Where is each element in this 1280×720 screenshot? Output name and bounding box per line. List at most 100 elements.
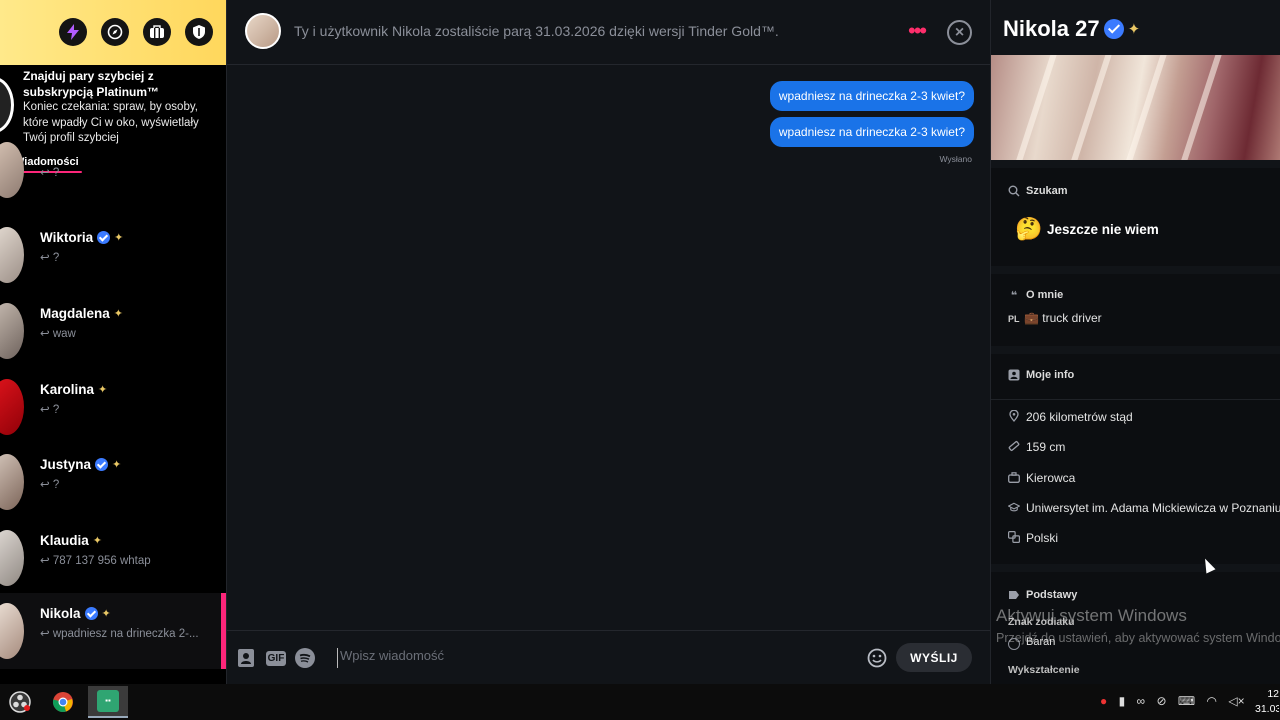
conversation-item[interactable]: Justyna ✦ ↩ ? [0,444,222,520]
briefcase-icon [1008,471,1020,483]
match-avatar[interactable] [245,13,281,49]
message-composer: GIF Wpisz wiadomość WYŚLIJ [227,630,991,684]
match-info-text: Ty i użytkownik Nikola zostaliście parą … [294,23,779,39]
avatar [0,454,24,510]
conversation-item-active[interactable]: Nikola ✦ ↩ wpadniesz na drineczka 2-... [0,593,222,669]
windows-activation-body: Przejdź do ustawień, aby aktywować syste… [996,631,1280,645]
sent-status: Wysłano [939,154,972,164]
emoji-button[interactable] [867,648,887,668]
conversation-preview: ↩ ? [40,404,60,416]
section-looking-for: Szukam 🤔 Jeszcze nie wiem [991,168,1280,266]
explore-button[interactable] [101,18,129,46]
gold-icon: ✦ [92,535,102,547]
gold-icon: ✦ [112,459,122,471]
taskbar-app-chrome[interactable] [43,686,83,718]
search-icon [1008,185,1020,197]
gold-icon: ✦ [113,308,123,320]
clock-time: 12 [1267,688,1279,700]
section-title: O mnie [1026,289,1064,301]
taskbar-app-active[interactable]: ▪▪ [88,686,128,718]
briefcase-button[interactable] [143,18,171,46]
clock-date: 31.03 [1255,703,1279,715]
avatar [0,603,24,659]
thinking-face-icon: 🤔 [1015,216,1043,241]
conversation-list: ↩ ? Wiktoria ✦ ↩ ? Magdalena ✦ ↩ waw Kar… [0,142,222,684]
conversation-name: Klaudia [40,533,89,548]
profile-name-age: Nikola 27 [1003,16,1100,41]
avatar [0,142,24,198]
conversation-item[interactable]: Magdalena ✦ ↩ waw [0,293,222,369]
conversation-name-row: Klaudia ✦ [40,533,102,548]
tinder-app: Znajduj pary szybciej z subskrypcją Plat… [0,0,1280,684]
volume-muted-icon[interactable]: ◁× [1228,694,1244,708]
taskbar-app-obs[interactable] [0,686,40,718]
conversation-name: Justyna [40,457,92,472]
section-title: Moje info [1026,369,1075,381]
conversation-name: Karolina [40,382,95,397]
link-icon[interactable]: ∞ [1137,694,1146,708]
safety-button[interactable] [185,18,213,46]
lightning-icon [67,24,79,40]
network-off-icon[interactable]: ⊘ [1156,694,1166,708]
info-language: Polski [1026,531,1059,545]
conversation-preview: ↩ 787 137 956 whtap [40,555,151,567]
conversation-preview: ↩ ? [40,167,60,179]
compass-icon [107,24,123,40]
ruler-icon [1008,440,1020,452]
chat-header: Ty i użytkownik Nikola zostaliście parą … [227,0,991,65]
tray-app-icon[interactable]: ● [1100,694,1107,708]
message-bubble[interactable]: wpadniesz na drineczka 2-3 kwiet? [769,117,974,147]
info-distance: 206 kilometrów stąd [1026,410,1133,424]
verified-icon [84,607,98,620]
conversation-item[interactable]: Wiktoria ✦ ↩ ? [0,217,222,293]
gold-icon: ✦ [1127,21,1141,38]
conversation-name-row: Wiktoria ✦ [40,230,123,245]
close-icon: × [954,23,965,41]
tray-icons[interactable]: ● ▮ ∞ ⊘ ⌨ ◠ ◁× [1100,694,1245,708]
section-title: Szukam [1026,185,1068,197]
microphone-icon[interactable]: ▮ [1119,694,1126,708]
send-button[interactable]: WYŚLIJ [896,643,972,672]
id-card-icon [1008,369,1020,381]
windows-activation-title: Aktywuj system Windows [996,606,1187,625]
quote-icon: ❝ [1010,289,1018,302]
photo-texture [1119,55,1169,160]
gif-icon: GIF [265,650,287,666]
message-input[interactable]: Wpisz wiadomość [337,648,857,668]
info-school: Uniwersytet im. Adama Mickiewicza w Pozn… [1026,501,1280,515]
verified-icon [1103,19,1124,39]
message-bubble[interactable]: wpadniesz na drineczka 2-3 kwiet? [769,81,974,111]
spotify-button[interactable] [295,648,315,668]
close-chat-button[interactable]: × [947,20,972,45]
avatar [0,530,24,586]
conversation-preview: ↩ ? [40,479,60,491]
section-title: Podstawy [1026,589,1078,601]
wifi-icon[interactable]: ◠ [1207,694,1217,708]
language-icon [1008,531,1020,543]
conversation-item[interactable]: Karolina ✦ ↩ ? [0,369,222,445]
conversation-preview: ↩ waw [40,328,76,340]
info-height: 159 cm [1026,440,1066,454]
conversation-item[interactable]: ↩ ? [0,132,222,208]
chrome-icon [52,692,73,712]
contact-card-button[interactable] [236,648,256,668]
keyboard-icon[interactable]: ⌨ [1178,694,1195,708]
profile-photo[interactable] [991,55,1280,160]
gold-icon: ✦ [114,232,124,244]
system-clock[interactable]: 12 31.03 [1255,687,1279,717]
boost-button[interactable] [59,18,87,46]
divider [991,399,1280,400]
profile-name-row: Nikola 27 ✦ [1003,16,1140,42]
photo-texture [1064,55,1114,160]
conversation-item[interactable]: Klaudia ✦ ↩ 787 137 956 whtap [0,520,222,596]
gif-button[interactable]: GIF [265,648,287,668]
promo-avatar [0,77,14,133]
section-basics: Podstawy Znak zodiaku Baran Wykształceni… [991,572,1280,684]
gold-icon: ✦ [101,608,111,620]
more-options-icon[interactable]: ••• [908,20,927,42]
emoji-icon [867,648,887,668]
avatar [0,227,24,283]
contact-card-icon [238,649,254,667]
language-badge: PL [1008,314,1020,324]
conversation-preview: ↩ ? [40,252,60,264]
